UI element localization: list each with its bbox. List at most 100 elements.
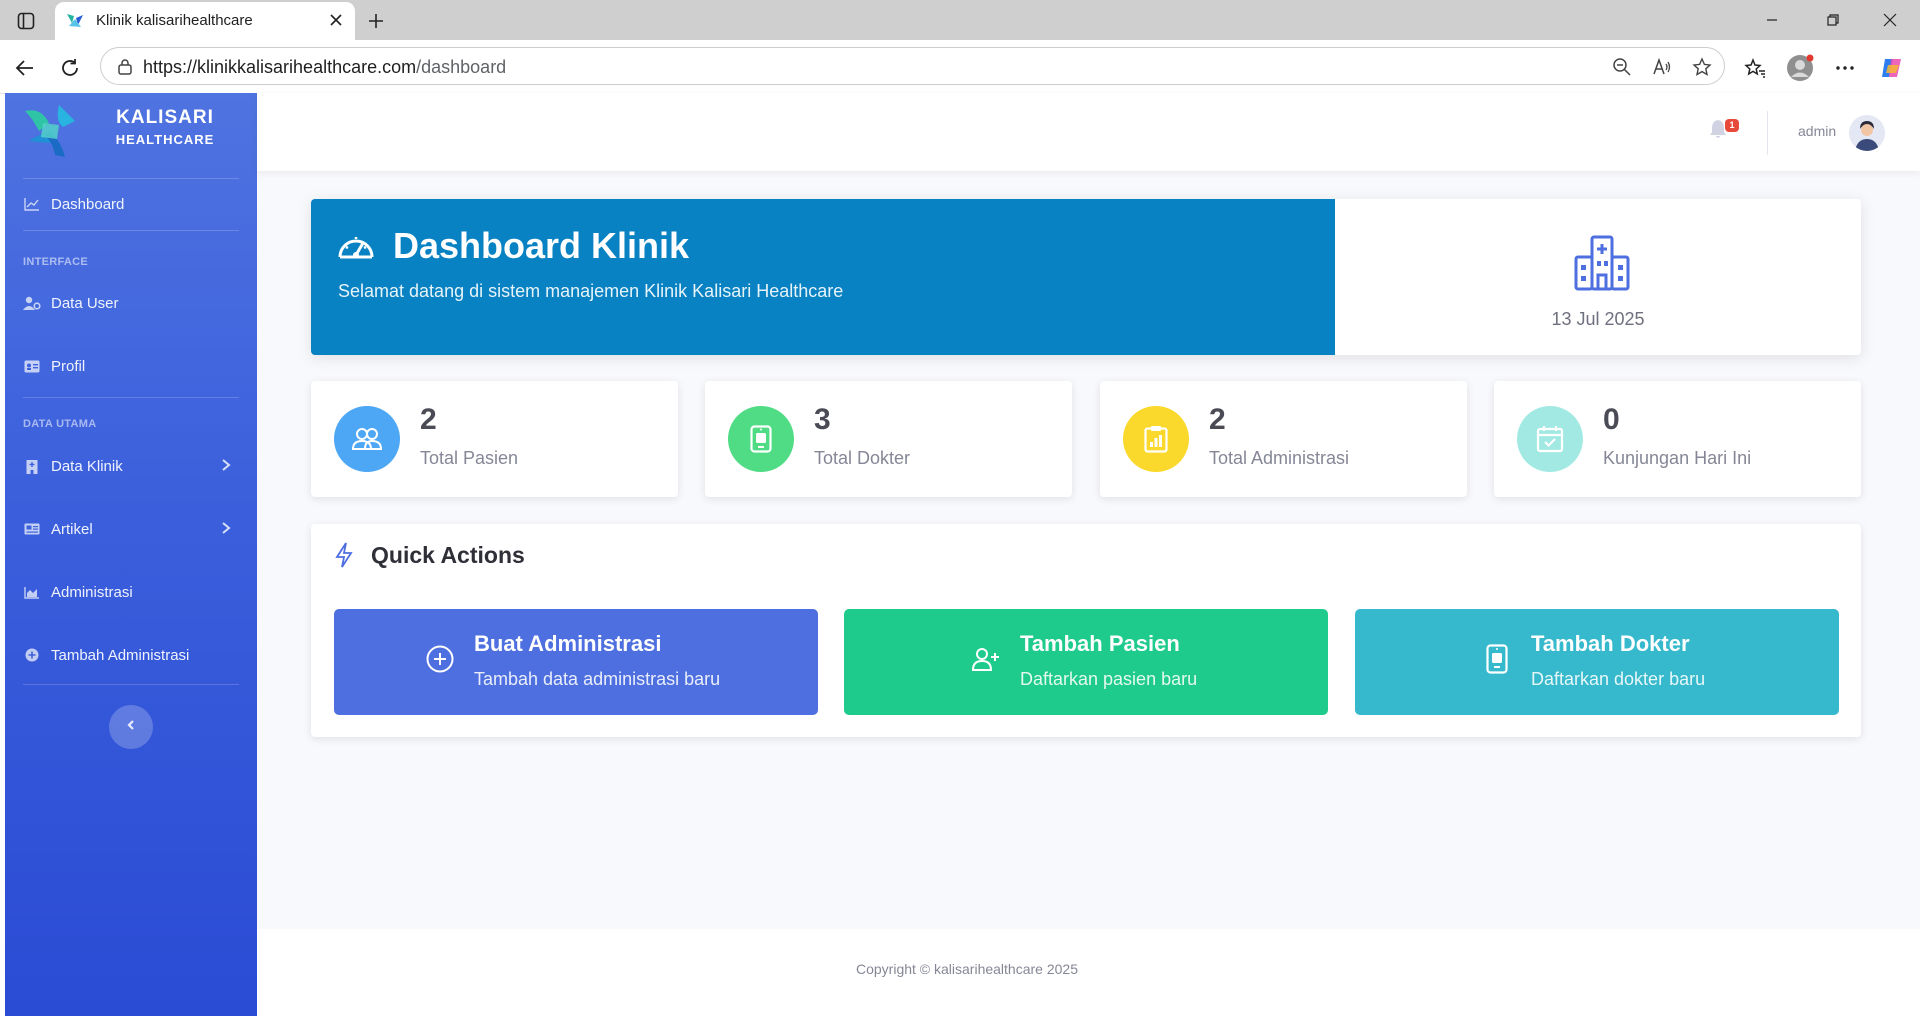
user-cog-icon bbox=[23, 295, 41, 311]
quick-actions-card: Quick Actions Buat Administrasi Tambah d… bbox=[311, 524, 1861, 737]
quick-actions-title: Quick Actions bbox=[371, 542, 525, 568]
browser-tab-active[interactable]: Klinik kalisarihealthcare bbox=[55, 2, 355, 40]
url-text[interactable]: https://klinikkalisarihealthcare.com/das… bbox=[143, 57, 506, 78]
chart-line-icon bbox=[23, 196, 41, 212]
hero-date-panel: 13 Jul 2025 bbox=[1335, 199, 1861, 355]
stat-value: 3 bbox=[814, 403, 831, 436]
tachometer-icon bbox=[336, 229, 376, 263]
plus-circle-icon bbox=[424, 643, 456, 675]
sidebar-item-label: Dashboard bbox=[51, 195, 125, 213]
browser-toolbar: https://klinikkalisarihealthcare.com/das… bbox=[0, 40, 1920, 94]
button-subtitle: Daftarkan dokter baru bbox=[1531, 669, 1706, 689]
doctor-badge-icon bbox=[1481, 643, 1513, 675]
sidebar-divider bbox=[23, 397, 239, 398]
site-info-icon[interactable] bbox=[115, 57, 135, 77]
footer: Copyright © kalisarihealthcare 2025 bbox=[257, 929, 1920, 1016]
user-name[interactable]: admin bbox=[1798, 123, 1836, 139]
browser-tab-strip: Klinik kalisarihealthcare bbox=[0, 0, 1920, 40]
hospital-icon bbox=[23, 458, 41, 474]
button-subtitle: Tambah data administrasi baru bbox=[474, 669, 721, 689]
close-tab-icon[interactable] bbox=[325, 9, 347, 31]
restore-icon[interactable] bbox=[1805, 0, 1861, 40]
hospital-building-icon bbox=[1573, 235, 1631, 291]
address-bar[interactable]: https://klinikkalisarihealthcare.com/das… bbox=[100, 47, 1725, 85]
new-tab-icon[interactable] bbox=[362, 7, 390, 35]
tambah-dokter-button[interactable]: Tambah Dokter Daftarkan dokter baru bbox=[1355, 609, 1839, 715]
stat-label: Total Pasien bbox=[420, 448, 519, 468]
zoom-out-icon[interactable] bbox=[1611, 56, 1633, 78]
stat-card-total-administrasi: 2 Total Administrasi bbox=[1100, 381, 1467, 497]
calendar-check-icon bbox=[1517, 406, 1583, 472]
current-date: 13 Jul 2025 bbox=[1551, 309, 1645, 329]
stat-card-total-dokter: 3 Total Dokter bbox=[705, 381, 1072, 497]
sidebar-toggle-button[interactable] bbox=[109, 705, 153, 749]
hero-banner: Dashboard Klinik Selamat datang di siste… bbox=[311, 199, 1335, 355]
sidebar-item-label: Artikel bbox=[51, 520, 93, 538]
user-avatar[interactable] bbox=[1849, 115, 1885, 151]
stat-label: Total Dokter bbox=[814, 448, 911, 468]
favorites-icon[interactable] bbox=[1740, 53, 1770, 83]
sidebar-heading-interface: INTERFACE bbox=[23, 256, 89, 268]
buat-administrasi-button[interactable]: Buat Administrasi Tambah data administra… bbox=[334, 609, 818, 715]
sidebar-item-data-klinik[interactable]: Data Klinik bbox=[5, 446, 257, 486]
sidebar-divider bbox=[23, 230, 239, 231]
read-aloud-icon[interactable] bbox=[1651, 56, 1673, 78]
url-path: /dashboard bbox=[416, 57, 507, 77]
stat-value: 2 bbox=[420, 403, 437, 436]
clinic-favicon-icon bbox=[65, 10, 85, 30]
sidebar-item-profil[interactable]: Profil bbox=[5, 346, 257, 386]
stat-card-total-pasien: 2 Total Pasien bbox=[311, 381, 678, 497]
users-icon bbox=[334, 406, 400, 472]
sidebar-item-label: Profil bbox=[51, 357, 86, 375]
brand-line1: KALISARI bbox=[116, 107, 214, 128]
id-card-icon bbox=[23, 358, 41, 374]
plus-circle-icon bbox=[23, 647, 41, 663]
sidebar-brand[interactable]: KALISARI HEALTHCARE bbox=[5, 93, 257, 173]
brand-line2: HEALTHCARE bbox=[115, 132, 215, 147]
doctor-badge-icon bbox=[728, 406, 794, 472]
stat-card-kunjungan-hari-ini: 0 Kunjungan Hari Ini bbox=[1494, 381, 1861, 497]
tab-actions-icon[interactable] bbox=[10, 8, 42, 34]
newspaper-icon bbox=[23, 521, 41, 537]
page-subtitle: Selamat datang di sistem manajemen Klini… bbox=[338, 281, 844, 301]
sidebar-item-label: Tambah Administrasi bbox=[51, 646, 190, 664]
stat-label: Total Administrasi bbox=[1209, 448, 1350, 468]
tambah-pasien-button[interactable]: Tambah Pasien Daftarkan pasien baru bbox=[844, 609, 1328, 715]
button-subtitle: Daftarkan pasien baru bbox=[1020, 669, 1198, 689]
sidebar-item-label: Data User bbox=[51, 294, 119, 312]
sidebar-item-artikel[interactable]: Artikel bbox=[5, 509, 257, 549]
clipboard-chart-icon bbox=[1123, 406, 1189, 472]
more-options-icon[interactable] bbox=[1830, 53, 1860, 83]
chevron-left-icon bbox=[125, 718, 137, 737]
sidebar-item-tambah-administrasi[interactable]: Tambah Administrasi bbox=[5, 635, 257, 675]
profile-avatar-icon[interactable] bbox=[1785, 53, 1815, 83]
button-title: Tambah Dokter bbox=[1531, 631, 1690, 656]
notification-badge: 1 bbox=[1725, 119, 1739, 132]
copilot-icon[interactable] bbox=[1877, 53, 1907, 83]
button-title: Tambah Pasien bbox=[1020, 631, 1180, 656]
sidebar-heading-data-utama: DATA UTAMA bbox=[23, 418, 97, 430]
chevron-right-icon bbox=[221, 521, 235, 537]
user-plus-icon bbox=[970, 643, 1002, 675]
sidebar-divider bbox=[23, 178, 239, 179]
favorite-star-icon[interactable] bbox=[1691, 56, 1713, 78]
sidebar-item-label: Data Klinik bbox=[51, 457, 123, 475]
chart-area-icon bbox=[23, 584, 41, 600]
chevron-right-icon bbox=[221, 458, 235, 474]
sidebar-item-administrasi[interactable]: Administrasi bbox=[5, 572, 257, 612]
minimize-icon[interactable] bbox=[1744, 0, 1800, 40]
sidebar-divider bbox=[23, 684, 239, 685]
topbar-divider bbox=[1767, 111, 1768, 155]
sidebar-item-dashboard[interactable]: Dashboard bbox=[5, 184, 257, 224]
brand-name: KALISARI HEALTHCARE bbox=[95, 107, 235, 147]
clinic-logo-icon bbox=[19, 101, 83, 161]
back-icon[interactable] bbox=[10, 53, 40, 83]
button-title: Buat Administrasi bbox=[474, 631, 662, 656]
reload-icon[interactable] bbox=[55, 53, 85, 83]
close-window-icon[interactable] bbox=[1862, 0, 1918, 40]
sidebar-item-data-user[interactable]: Data User bbox=[5, 283, 257, 323]
stat-value: 0 bbox=[1603, 403, 1620, 436]
sidebar: KALISARI HEALTHCARE Dashboard INTERFACE … bbox=[5, 93, 257, 1016]
page-title: Dashboard Klinik bbox=[393, 225, 690, 266]
bolt-icon bbox=[335, 542, 353, 568]
